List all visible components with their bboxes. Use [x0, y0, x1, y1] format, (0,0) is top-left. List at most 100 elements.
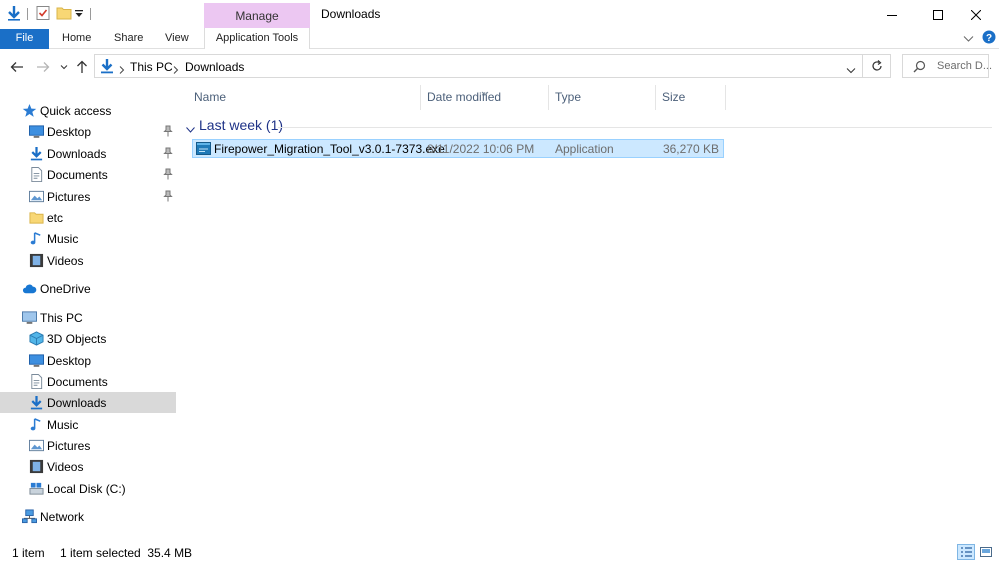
sidebar-item-3d-objects[interactable]: 3D Objects [0, 328, 176, 349]
up-button[interactable] [75, 58, 89, 76]
properties-icon[interactable] [35, 5, 51, 24]
customize-dropdown-icon[interactable] [74, 8, 84, 22]
pictures-icon [29, 190, 44, 203]
title-bar: Manage Downloads [0, 0, 999, 29]
forward-button[interactable] [35, 58, 51, 76]
sidebar-item-downloads[interactable]: Downloads [0, 392, 176, 413]
file-list: Name Date modified Type Size Last week (… [181, 85, 999, 538]
cube-icon [29, 331, 44, 346]
drive-icon [29, 482, 44, 495]
tab-application-tools[interactable]: Application Tools [204, 28, 310, 49]
minimize-icon [887, 14, 897, 16]
desktop-icon [29, 354, 44, 367]
computer-icon [22, 311, 37, 324]
star-icon [22, 103, 37, 117]
sidebar-item-music[interactable]: Music [0, 414, 176, 435]
cloud-icon [22, 284, 37, 294]
sidebar-item-desktop-pinned[interactable]: Desktop [0, 121, 176, 142]
close-button[interactable] [953, 0, 999, 29]
download-icon [30, 146, 43, 161]
group-divider [278, 127, 992, 128]
table-row[interactable]: Firepower_Migration_Tool_v3.0.1-7373.exe… [192, 139, 724, 158]
column-header-type[interactable]: Type [549, 85, 656, 110]
pin-icon[interactable] [163, 168, 173, 180]
down-arrow-icon[interactable] [6, 5, 22, 24]
music-icon [30, 232, 41, 245]
large-icons-view-button[interactable] [978, 544, 994, 560]
refresh-button[interactable] [863, 54, 891, 78]
breadcrumb-separator-icon[interactable] [119, 63, 125, 77]
sidebar-item-videos[interactable]: Videos [0, 456, 176, 477]
help-icon[interactable]: ? [982, 30, 996, 47]
back-button[interactable] [9, 58, 25, 76]
chevron-down-icon [60, 65, 68, 70]
sidebar-item-music-quick[interactable]: Music [0, 228, 176, 249]
minimize-button[interactable] [869, 0, 915, 29]
folder-icon [29, 212, 44, 224]
sidebar-item-documents[interactable]: Documents [0, 371, 176, 392]
sidebar-item-desktop[interactable]: Desktop [0, 350, 176, 371]
search-box[interactable]: Search D... [902, 54, 992, 78]
file-tab[interactable]: File [0, 29, 49, 49]
application-icon [196, 142, 211, 155]
sidebar-item-local-disk[interactable]: Local Disk (C:) [0, 478, 176, 499]
column-header-size[interactable]: Size [656, 85, 726, 110]
up-arrow-icon [77, 60, 87, 73]
file-name: Firepower_Migration_Tool_v3.0.1-7373.exe [214, 142, 445, 156]
group-header[interactable]: Last week (1) [199, 117, 283, 133]
music-icon [30, 418, 41, 431]
sidebar-item-pictures-pinned[interactable]: Pictures [0, 186, 176, 207]
window-title: Downloads [321, 7, 381, 21]
tab-view[interactable]: View [165, 29, 189, 48]
forward-arrow-icon [37, 62, 50, 72]
navigation-bar: This PC Downloads Search D... [0, 49, 999, 85]
sort-chevron-icon [481, 85, 489, 99]
document-icon [31, 374, 43, 389]
video-icon [29, 253, 44, 268]
expand-ribbon-icon[interactable] [963, 33, 974, 47]
recent-locations-button[interactable] [59, 58, 69, 76]
sidebar-item-videos-quick[interactable]: Videos [0, 250, 176, 271]
sidebar-item-downloads-pinned[interactable]: Downloads [0, 143, 176, 164]
pictures-icon [29, 439, 44, 452]
document-icon [31, 167, 43, 182]
tab-home[interactable]: Home [62, 29, 91, 48]
manage-context-tab[interactable]: Manage [204, 3, 310, 29]
new-folder-icon[interactable] [56, 5, 72, 24]
download-icon [30, 395, 43, 410]
network-icon [22, 509, 37, 524]
search-input[interactable]: Search D... [937, 60, 992, 72]
details-view-button[interactable] [957, 544, 975, 560]
address-bar[interactable]: This PC Downloads [94, 54, 863, 78]
pin-icon[interactable] [163, 147, 173, 159]
quick-access-separator [27, 8, 28, 20]
address-dropdown-icon[interactable] [846, 63, 856, 77]
sidebar-item-quick-access[interactable]: Quick access [0, 100, 176, 121]
tab-share[interactable]: Share [114, 29, 143, 48]
sidebar-item-pictures[interactable]: Pictures [0, 435, 176, 456]
sidebar-item-onedrive[interactable]: OneDrive [0, 278, 176, 299]
pin-icon[interactable] [163, 125, 173, 137]
file-date-modified: 8/11/2022 10:06 PM [427, 142, 535, 156]
download-icon [99, 58, 115, 77]
large-icons-view-icon [980, 547, 992, 557]
sidebar-item-documents-pinned[interactable]: Documents [0, 164, 176, 185]
breadcrumb-separator-icon[interactable] [173, 63, 179, 77]
video-icon [29, 459, 44, 474]
sidebar-item-etc[interactable]: etc [0, 207, 176, 228]
close-icon [971, 9, 981, 20]
breadcrumb-this-pc[interactable]: This PC [130, 60, 173, 74]
selection-info: 1 item selected 35.4 MB [60, 546, 193, 560]
pin-icon[interactable] [163, 190, 173, 202]
sidebar-item-this-pc[interactable]: This PC [0, 307, 176, 328]
refresh-icon [871, 60, 882, 71]
maximize-icon [933, 9, 943, 20]
file-type: Application [555, 142, 614, 156]
column-header-name[interactable]: Name [188, 85, 421, 110]
group-collapse-chevron-icon[interactable] [186, 122, 195, 136]
item-count: 1 item [12, 546, 45, 560]
file-size: 36,270 KB [662, 142, 719, 156]
sidebar-item-network[interactable]: Network [0, 506, 176, 527]
breadcrumb-downloads[interactable]: Downloads [185, 60, 244, 74]
navigation-pane: Quick access Desktop Downloads Documents… [0, 98, 178, 538]
